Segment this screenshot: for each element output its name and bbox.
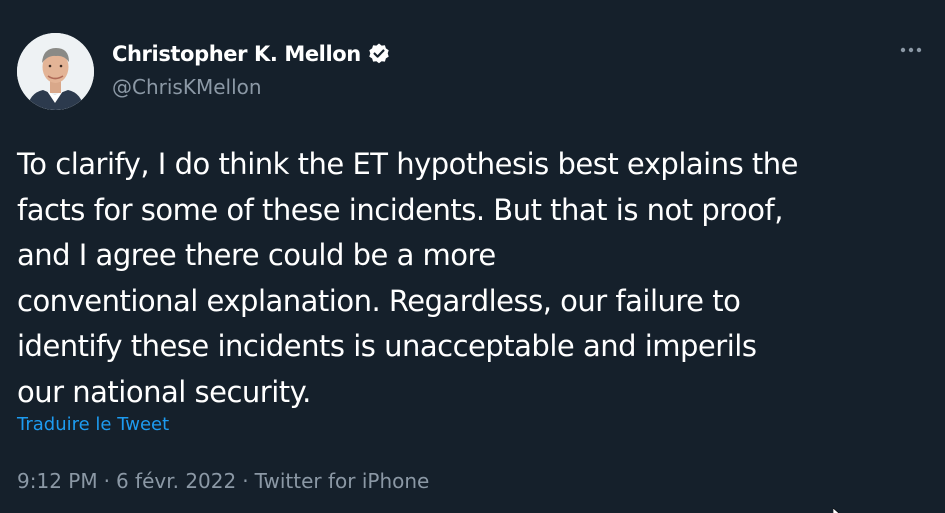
tweet-text: To clarify, I do think the ET hypothesis…: [17, 142, 932, 415]
tweet-text-line: facts for some of these incidents. But t…: [17, 192, 783, 227]
author-handle[interactable]: @ChrisKMellon: [112, 73, 262, 101]
translate-tweet-link[interactable]: Traduire le Tweet: [17, 413, 169, 437]
mouse-cursor-icon: [832, 503, 841, 513]
tweet-text-line: To clarify, I do think the ET hypothesis…: [17, 147, 799, 181]
verified-badge-icon: [367, 42, 391, 66]
author-name-row: Christopher K. Mellon: [112, 40, 391, 68]
tweet-metadata: 9:12 PM · 6 févr. 2022 · Twitter for iPhone: [17, 467, 429, 495]
author-name[interactable]: Christopher K. Mellon: [112, 40, 361, 68]
tweet-text-line: and I agree there could be a more: [17, 238, 496, 272]
tweet-time[interactable]: 9:12 PM: [17, 469, 98, 493]
tweet-card: Christopher K. Mellon @ChrisKMellon To c…: [0, 0, 945, 513]
tweet-text-line: identify these incidents is unacceptable…: [17, 329, 757, 363]
more-options-icon[interactable]: [897, 40, 925, 60]
meta-separator: ·: [242, 469, 249, 493]
tweet-date[interactable]: 6 févr. 2022: [116, 469, 236, 493]
tweet-text-line: our national security.: [17, 374, 311, 409]
avatar[interactable]: [17, 33, 94, 110]
tweet-text-line: conventional explanation. Regardless, ou…: [17, 283, 741, 318]
tweet-source[interactable]: Twitter for iPhone: [255, 469, 430, 493]
profile-photo-icon: [17, 33, 94, 110]
meta-separator: ·: [103, 469, 110, 493]
